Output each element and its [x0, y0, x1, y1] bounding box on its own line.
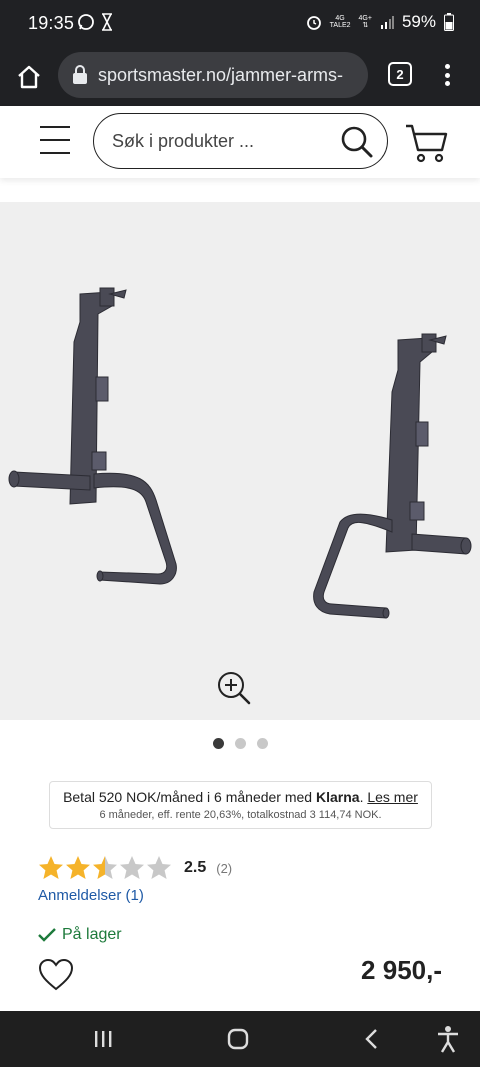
star-icon	[66, 856, 90, 879]
tab-switcher-button[interactable]: 2	[388, 62, 412, 86]
network-4g-indicator: 4G TALE2	[329, 15, 351, 29]
reviews-link[interactable]: Anmeldelser (1)	[38, 887, 144, 904]
product-rating: 2.5 (2)	[38, 855, 232, 881]
zoom-in-icon[interactable]	[216, 670, 252, 706]
klarna-details: 6 måneder, eff. rente 20,63%, totalkostn…	[99, 809, 382, 821]
home-icon	[18, 65, 40, 89]
system-navigation-bar	[0, 1011, 480, 1067]
rating-score: 2.5	[184, 859, 207, 876]
url-text: sportsmaster.no/jammer-arms-	[98, 64, 344, 85]
back-icon[interactable]	[364, 1028, 380, 1050]
accessibility-icon[interactable]	[436, 1025, 460, 1053]
hourglass-icon	[102, 13, 112, 31]
product-gallery[interactable]	[0, 202, 480, 720]
product-image	[8, 287, 472, 619]
network-4g-plus-indicator: 4G+ ⇅	[358, 15, 372, 29]
recent-apps-icon[interactable]	[92, 1029, 114, 1049]
battery-percent: 59%	[401, 12, 436, 31]
browser-toolbar: sportsmaster.no/jammer-arms- 2	[0, 48, 480, 106]
status-time: 19:35	[28, 13, 75, 33]
site-header	[0, 106, 480, 178]
status-bar: 19:35 4G TALE2 4G+ ⇅ 59%	[0, 0, 480, 48]
carousel-dot-1[interactable]	[212, 738, 224, 749]
rating-count: (2)	[216, 860, 233, 876]
klarna-offer-text: Betal 520 NOK/måned i 6 måneder med	[63, 789, 316, 805]
stock-status: På lager	[38, 926, 122, 944]
whatsapp-icon	[78, 14, 94, 30]
heart-icon[interactable]	[38, 958, 74, 992]
browser-menu-button[interactable]	[436, 60, 458, 90]
klarna-brand: Klarna	[315, 789, 360, 805]
carousel-indicator	[0, 738, 480, 749]
hamburger-menu-button[interactable]	[40, 126, 70, 154]
home-button[interactable]	[12, 60, 46, 94]
tab-count: 2	[396, 66, 404, 82]
star-icon	[147, 856, 171, 879]
star-icon	[120, 856, 144, 879]
battery-icon	[444, 13, 454, 31]
search-input[interactable]	[112, 128, 332, 154]
star-icon	[93, 856, 117, 879]
lock-icon	[73, 65, 87, 84]
search-box	[93, 113, 388, 169]
star-icon	[39, 856, 63, 879]
cart-icon[interactable]	[404, 122, 448, 164]
address-bar[interactable]: sportsmaster.no/jammer-arms-	[58, 52, 368, 98]
signal-icon	[380, 16, 394, 29]
alarm-icon	[306, 16, 321, 30]
product-price: 2 950,-	[361, 955, 442, 985]
check-icon	[38, 928, 56, 942]
klarna-financing-box: Betal 520 NOK/måned i 6 måneder med Klar…	[49, 781, 432, 829]
klarna-read-more-link[interactable]: Les mer	[367, 789, 418, 805]
search-icon[interactable]	[340, 125, 374, 159]
stock-status-label: På lager	[62, 926, 122, 943]
carousel-dot-2[interactable]	[234, 738, 246, 749]
rating-stars	[38, 855, 172, 881]
home-nav-icon[interactable]	[227, 1028, 249, 1050]
carousel-dot-3[interactable]	[256, 738, 268, 749]
